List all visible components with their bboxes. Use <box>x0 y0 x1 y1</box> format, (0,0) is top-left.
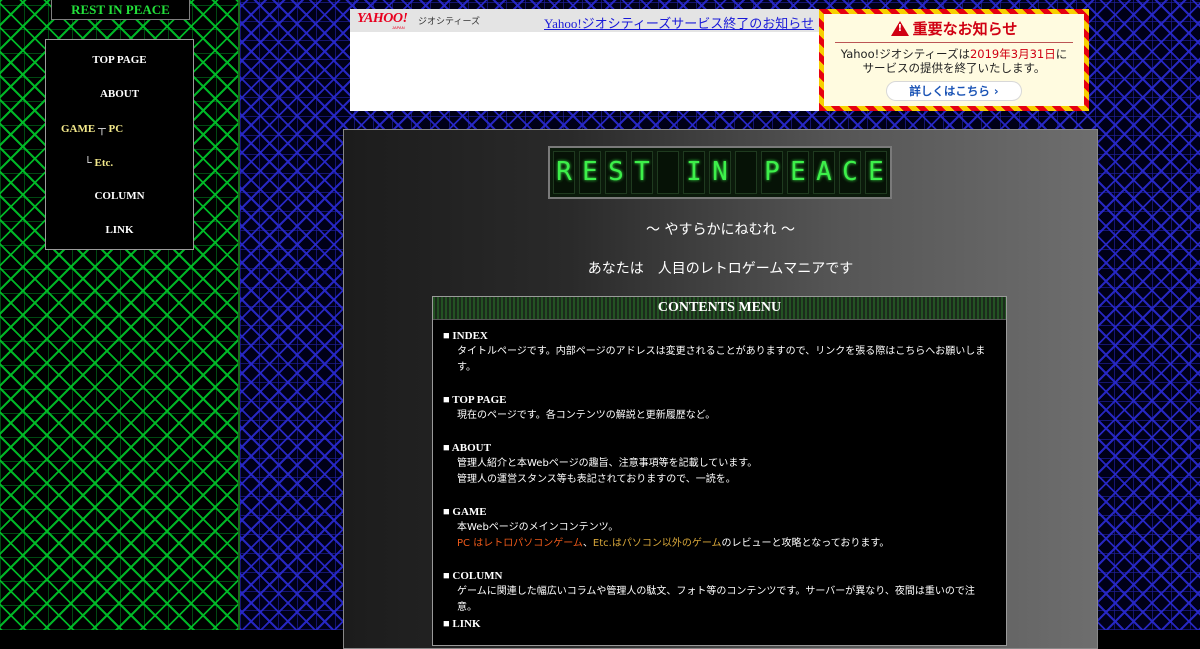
section-heading-column[interactable]: ■ COLUMN <box>443 570 503 582</box>
nav-game-branch: ┬ <box>97 123 106 135</box>
section-text-column: ゲームに関連した幅広いコラムや管理人の駄文、フォト等のコンテンツです。サーバーが… <box>457 584 992 616</box>
sidebar: REST IN PEACE TOP PAGE ABOUT GAME ┬ PC └… <box>0 0 240 630</box>
important-notice-box: ! 重要なお知らせ Yahoo!ジオシティーズは2019年3月31日に サービスの… <box>819 9 1089 111</box>
notice-text-line2: サービスの提供を終了いたします。 <box>862 61 1046 75</box>
lcd-char-cell: E <box>579 151 601 194</box>
contents-menu: CONTENTS MENU ■ INDEX タイトルページです。内部ページのアド… <box>432 296 1007 646</box>
lcd-char-cell <box>657 151 679 194</box>
warning-icon: ! <box>890 21 909 36</box>
notice-text-part2: に <box>1055 47 1068 61</box>
section-text-line: 管理人の運営スタンス等も表記されておりますので、一読を。 <box>457 474 736 485</box>
notice-title-text: 重要なお知らせ <box>912 20 1018 38</box>
section-text-game: 本Webページのメインコンテンツ。 PC はレトロパソコンゲーム、Etc.はパソ… <box>457 520 992 552</box>
game-etc-description: Etc.はパソコン以外のゲーム <box>592 538 722 549</box>
lcd-char-cell: S <box>605 151 627 194</box>
notice-text-part1: Yahoo!ジオシティーズは <box>840 47 970 61</box>
yahoo-japan-text: JAPAN <box>392 25 405 30</box>
lcd-char-cell: E <box>865 151 887 194</box>
lcd-char-cell: E <box>787 151 809 194</box>
details-button[interactable]: 詳しくはこちら › <box>886 81 1022 101</box>
nav-item-about[interactable]: ABOUT <box>46 88 193 100</box>
lcd-char-cell: P <box>761 151 783 194</box>
yahoo-service-name: ジオシティーズ <box>418 16 481 26</box>
game-separator: 、 <box>582 538 593 549</box>
section-text-line: タイトルページです。内部ページのアドレスは変更されることがありますので、リンクを… <box>457 346 986 357</box>
lcd-char-cell: T <box>631 151 653 194</box>
nav-menu: TOP PAGE ABOUT GAME ┬ PC └ Etc. COLUMN L… <box>45 39 194 250</box>
nav-item-etc-row: └ Etc. <box>84 157 113 169</box>
section-heading-game[interactable]: ■ GAME <box>443 506 487 518</box>
nav-item-link[interactable]: LINK <box>46 224 193 236</box>
lcd-char-cell: C <box>839 151 861 194</box>
nav-item-top-page[interactable]: TOP PAGE <box>46 54 193 66</box>
section-heading-top-page[interactable]: ■ TOP PAGE <box>443 394 507 406</box>
section-text-top-page: 現在のページです。各コンテンツの解説と更新履歴など。 <box>457 408 992 424</box>
service-end-notice-link[interactable]: Yahoo!ジオシティーズサービス終了のお知らせ <box>544 13 814 32</box>
lcd-char-cell: R <box>553 151 575 194</box>
notice-divider <box>835 42 1073 43</box>
notice-text: Yahoo!ジオシティーズは2019年3月31日に サービスの提供を終了いたしま… <box>824 47 1084 75</box>
section-text-index: タイトルページです。内部ページのアドレスは変更されることがありますので、リンクを… <box>457 344 992 376</box>
section-heading-about[interactable]: ■ ABOUT <box>443 442 491 454</box>
nav-item-pc[interactable]: PC <box>109 123 124 135</box>
lcd-title-display: RESTINPEACE <box>548 146 892 199</box>
section-text-line: 本Webページのメインコンテンツ。 <box>457 522 619 533</box>
section-text-about: 管理人紹介と本Webページの趣旨、注意事項等を記載しています。 管理人の運営スタ… <box>457 456 992 488</box>
section-heading-index[interactable]: ■ INDEX <box>443 330 488 342</box>
contents-menu-title: CONTENTS MENU <box>657 300 782 315</box>
page-subtitle: ～ やすらかにねむれ ～ <box>646 222 795 238</box>
section-text-line: ゲームに関連した幅広いコラムや管理人の駄文、フォト等のコンテンツです。サーバーが… <box>457 586 975 613</box>
notice-title: ! 重要なお知らせ <box>824 18 1084 39</box>
nav-item-etc[interactable]: Etc. <box>95 157 114 169</box>
section-heading-link[interactable]: ■ LINK <box>443 618 481 630</box>
section-text-line: す。 <box>457 362 476 373</box>
nav-etc-branch: └ <box>84 157 92 169</box>
notice-end-date: 2019年3月31日 <box>969 47 1056 61</box>
lcd-char-cell <box>735 151 757 194</box>
site-title: REST IN PEACE <box>51 0 190 20</box>
yahoo-strip: YAHOO! JAPAN ジオシティーズ Yahoo!ジオシティーズサービス終了… <box>350 9 820 32</box>
nav-item-game: GAME ┬ PC <box>61 123 123 135</box>
notice-inner: ! 重要なお知らせ Yahoo!ジオシティーズは2019年3月31日に サービスの… <box>824 14 1084 106</box>
lcd-char-cell: I <box>683 151 705 194</box>
lcd-char-cell: N <box>709 151 731 194</box>
nav-item-column[interactable]: COLUMN <box>46 190 193 202</box>
nav-game-label[interactable]: GAME <box>61 123 95 135</box>
contents-menu-header: CONTENTS MENU <box>433 297 1006 320</box>
game-description-rest: のレビューと攻略となっております。 <box>721 538 890 549</box>
section-text-line: PC はレトロパソコンゲーム、Etc.はパソコン以外のゲームのレビューと攻略とな… <box>457 536 992 552</box>
yahoo-banner: YAHOO! JAPAN ジオシティーズ Yahoo!ジオシティーズサービス終了… <box>350 9 820 111</box>
game-pc-description: PC はレトロパソコンゲーム <box>457 538 583 549</box>
section-text-line: 現在のページです。各コンテンツの解説と更新履歴など。 <box>457 410 716 421</box>
lcd-char-cell: A <box>813 151 835 194</box>
section-text-line: 管理人紹介と本Webページの趣旨、注意事項等を記載しています。 <box>457 458 758 469</box>
visitor-counter-text: あなたは 人目のレトロゲームマニアです <box>587 261 854 277</box>
